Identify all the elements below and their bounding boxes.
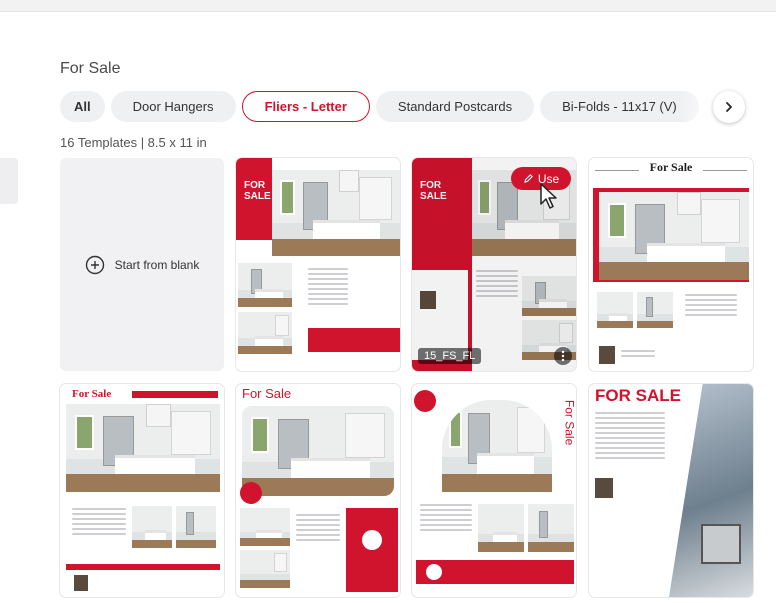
filter-chip-all[interactable]: All [60,91,105,122]
start-from-blank-label: Start from blank [114,257,200,272]
template-address-band [132,391,218,398]
filter-chip-door-hangers[interactable]: Door Hangers [110,91,236,122]
template-more-button[interactable] [554,347,572,365]
filter-chips: All Door Hangers Fliers - Letter Standar… [60,91,716,123]
template-count: 16 Templates | 8.5 x 11 in [60,135,207,150]
agent-photo [595,478,613,498]
divider [703,170,747,171]
template-photo [238,263,292,307]
template-photo [597,292,633,328]
template-card[interactable]: For Sale [60,384,224,597]
template-house-door [701,524,741,564]
template-text-lines [621,350,655,360]
template-card[interactable]: For Sale [589,158,753,371]
agent-photo [74,575,88,591]
section-title: For Sale [60,60,121,77]
template-heading: For Sale [562,399,576,446]
template-photo [132,506,172,548]
template-photo [176,506,216,548]
template-text-lines [308,268,348,308]
template-badge [240,482,262,504]
more-vertical-icon [561,350,565,362]
template-photo [599,192,749,280]
filter-chip-bi-folds[interactable]: Bi-Folds - 11x17 (V) [540,91,699,122]
template-text-lines [420,504,472,534]
agent-photo-frame [362,530,382,550]
template-photo [66,404,220,492]
template-card[interactable]: For Sale [236,384,400,597]
template-heading: FOR SALE [595,386,681,405]
agent-photo [599,346,615,364]
template-photo [478,504,524,552]
template-photo [272,170,400,256]
template-photo [637,292,673,328]
chips-next-button[interactable] [713,91,745,123]
plus-circle-icon [85,255,104,274]
template-card[interactable]: FOR SALE [589,384,753,597]
template-photo [240,508,290,546]
template-text-lines [296,514,340,544]
template-text-lines [595,412,665,462]
template-card[interactable]: FOR SALE [236,158,400,371]
mouse-cursor-icon [540,183,557,209]
template-contact-band [346,508,398,592]
template-photo [240,550,290,588]
divider [595,170,639,171]
template-contact-band [308,328,400,352]
template-house-photo [669,384,753,597]
template-photo [442,400,552,492]
template-name-label: 15_FS_FL [418,348,482,364]
template-heading: For Sale [649,160,693,174]
filter-chip-fliers-letter[interactable]: Fliers - Letter [241,91,370,122]
side-panel-tab[interactable] [0,158,18,204]
top-bar [0,0,776,12]
template-text-lines [685,294,737,319]
template-photo [528,504,574,552]
template-heading: FOR SALE [244,180,271,202]
chevron-right-icon [726,102,732,112]
template-heading: For Sale [242,386,292,401]
agent-photo-frame [426,564,442,580]
template-heading: For Sale [72,388,112,400]
start-from-blank-card[interactable]: Start from blank [60,158,224,371]
template-badge [414,390,436,412]
template-red-strip [66,564,220,570]
template-text-lines [72,508,126,538]
template-photo [242,406,394,496]
filter-chip-standard-postcards[interactable]: Standard Postcards [375,91,535,122]
template-photo [238,312,292,354]
template-card[interactable]: For Sale [412,384,576,597]
pencil-icon [524,174,533,183]
